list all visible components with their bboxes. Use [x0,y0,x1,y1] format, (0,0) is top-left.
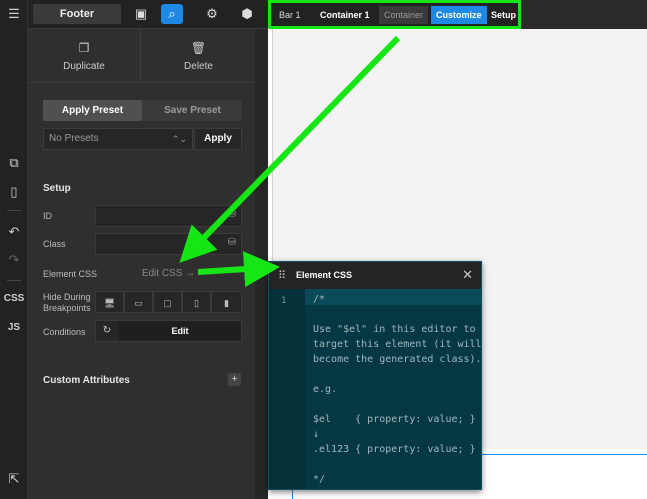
desktop-icon[interactable]: 🖥 [95,291,124,313]
conditions-control: ↻ Edit [95,320,242,342]
add-element-icon[interactable]: ⧉ [0,155,28,171]
code-line: .el123 { property: value; } [313,444,476,455]
breakpoint-toggles: 🖥 ▭ ▢ ▯ ▮ [95,291,242,313]
line-number-gutter: 1 [269,289,305,489]
delete-button[interactable]: 🗑 Delete [142,29,255,83]
gear-icon[interactable]: ⚙ [201,4,223,24]
panel-toggle-icon[interactable]: ▣ [130,4,152,24]
edit-css-link[interactable]: Edit CSS → [95,264,242,284]
breadcrumb-item[interactable]: Bar 1 [274,6,306,24]
duplicate-button[interactable]: ❐ Duplicate [28,29,141,83]
css-button[interactable]: CSS [0,293,28,304]
drag-handle-icon[interactable]: ⠿ [278,269,286,282]
apply-preset-button[interactable]: Apply [194,128,242,150]
element-css-label: Element CSS [43,269,98,279]
code-line: $el { property: value; } [313,414,476,425]
conditions-label: Conditions [43,327,86,337]
duplicate-icon: ❐ [78,41,90,55]
hamburger-menu-icon[interactable]: ☰ [0,6,28,22]
tab-apply-preset[interactable]: Apply Preset [43,100,142,121]
refresh-icon[interactable]: ↻ [96,321,118,341]
undo-icon[interactable]: ↶ [0,224,28,240]
tab-save-preset[interactable]: Save Preset [143,100,242,121]
external-link-icon[interactable]: ⇱ [0,471,28,487]
preset-tabs: Apply Preset Save Preset [43,100,242,121]
rail-divider [7,280,21,281]
element-css-modal: ⠿ Element CSS ✕ 1 /* Use "$el" in this e… [268,261,482,490]
tab-customize[interactable]: Customize [431,6,487,24]
id-label: ID [43,211,52,221]
preset-select[interactable]: No Presets ⌃⌄ [43,128,193,150]
code-line: /* [313,294,326,305]
conditions-edit-button[interactable]: Edit [119,321,241,341]
tab-setup[interactable]: Setup [486,6,521,24]
id-field[interactable]: ⛁ [95,205,242,227]
code-line: Use "$el" in this editor to [313,324,476,335]
modal-title: Element CSS [296,270,353,280]
code-line: e.g. [313,384,338,395]
mobile-preview-icon[interactable]: ▯ [0,184,28,200]
top-toolbar: Footer ▣ ⌕ ⚙ ⬢ [28,0,268,29]
code-line: target this element (it will [313,339,482,350]
setup-title: Setup [43,183,71,194]
rail-divider [7,210,21,211]
left-rail: ☰ ⧉ ▯ ↶ ↷ CSS JS ⇱ [0,0,28,499]
code-line: ↓ [313,429,320,440]
breadcrumb-item[interactable]: Container 1 [315,6,375,24]
tablet-landscape-icon[interactable]: ▢ [153,291,182,313]
class-field[interactable]: ⛁ [95,233,242,255]
laptop-icon[interactable]: ▭ [124,291,153,313]
element-settings-panel: ❐ Duplicate 🗑 Delete Apply Preset Save P… [28,29,255,499]
code-line: become the generated class). [313,354,482,365]
tablet-portrait-icon[interactable]: ▯ [182,291,211,313]
modal-header[interactable]: ⠿ Element CSS ✕ [269,262,481,289]
js-button[interactable]: JS [0,322,28,333]
database-icon[interactable]: ⛁ [228,237,236,248]
class-label: Class [43,239,66,249]
line-number: 1 [281,296,287,306]
hide-breakpoints-label: Hide During Breakpoints [43,292,91,313]
context-selector[interactable]: Footer [33,4,121,24]
breadcrumb: Bar 1 Container 1 Container Customize Se… [268,0,521,29]
custom-attributes-title: Custom Attributes [43,375,130,386]
chevron-updown-icon: ⌃⌄ [171,134,187,144]
mobile-icon[interactable]: ▮ [211,291,242,313]
active-line-highlight [305,289,481,305]
trash-icon: 🗑 [190,41,207,55]
panel-scrollbar[interactable] [255,29,268,499]
preset-select-value: No Presets [49,133,99,144]
database-icon[interactable]: ⛁ [228,209,236,220]
tab-container[interactable]: Container [379,6,429,24]
delete-label: Delete [184,61,213,72]
close-icon[interactable]: ✕ [462,267,473,283]
element-actions: ❐ Duplicate 🗑 Delete [28,29,255,83]
duplicate-label: Duplicate [63,61,105,72]
code-line: */ [313,474,326,485]
search-icon[interactable]: ⌕ [161,4,183,24]
add-attribute-button[interactable]: + [228,373,241,386]
logo-badge-icon[interactable]: ⬢ [236,4,258,24]
redo-icon[interactable]: ↷ [0,252,28,268]
